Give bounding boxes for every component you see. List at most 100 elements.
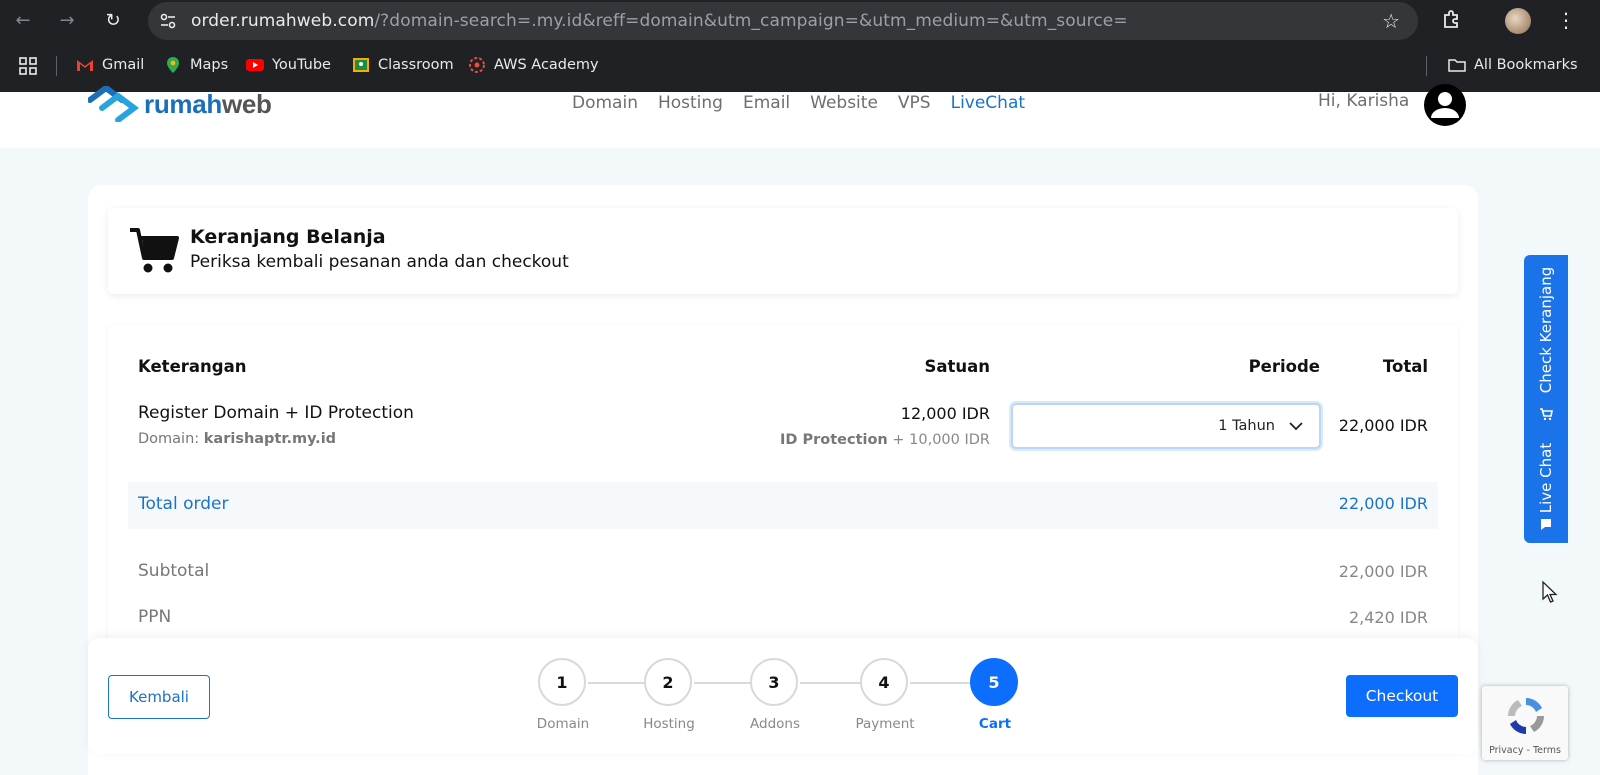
user-greeting[interactable]: Hi, Karisha xyxy=(1318,91,1409,111)
item-addon-price: ID Protection + 10,000 IDR xyxy=(779,432,990,448)
youtube-icon xyxy=(246,59,264,71)
step-connector xyxy=(910,682,970,684)
all-bookmarks-label: All Bookmarks xyxy=(1474,57,1578,73)
step-label: Hosting xyxy=(643,716,695,732)
classroom-icon xyxy=(353,58,369,72)
all-bookmarks[interactable]: All Bookmarks xyxy=(1448,56,1578,74)
checkout-button[interactable]: Checkout xyxy=(1346,675,1458,717)
total-order-label: Total order xyxy=(138,494,229,514)
bookmarks-separator xyxy=(1426,56,1427,76)
back-button[interactable]: Kembali xyxy=(108,675,210,719)
bookmarks-separator xyxy=(56,56,57,76)
ppn-value: 2,420 IDR xyxy=(1348,608,1428,627)
period-selected-value: 1 Tahun xyxy=(1218,418,1275,434)
extensions-puzzle-icon[interactable] xyxy=(1440,8,1464,32)
logo-mark-icon xyxy=(88,86,139,122)
step-connector xyxy=(694,682,750,684)
step-hosting[interactable]: 2 Hosting xyxy=(643,658,695,732)
step-number: 5 xyxy=(970,658,1018,706)
live-chat-tab[interactable]: Live Chat xyxy=(1524,425,1568,543)
site-info-icon[interactable] xyxy=(158,11,178,31)
apps-grid-icon[interactable] xyxy=(18,56,38,76)
ppn-label: PPN xyxy=(138,607,172,627)
period-select[interactable]: 1 Tahun xyxy=(1011,403,1321,449)
nav-livechat[interactable]: LiveChat xyxy=(951,93,1025,113)
bookmark-youtube[interactable]: YouTube xyxy=(246,56,331,74)
main-nav: Domain Hosting Email Website VPS LiveCha… xyxy=(572,93,1025,113)
bookmark-label: AWS Academy xyxy=(494,57,599,73)
gmail-icon xyxy=(77,60,93,71)
item-total: 22,000 IDR xyxy=(1338,416,1428,435)
address-bar[interactable]: order.rumahweb.com/?domain-search=.my.id… xyxy=(148,2,1418,40)
bookmark-star-icon[interactable]: ☆ xyxy=(1382,9,1400,33)
forward-arrow-icon[interactable]: → xyxy=(54,8,80,34)
bookmark-label: YouTube xyxy=(272,57,331,73)
step-payment[interactable]: 4 Payment xyxy=(855,658,915,732)
url-text: order.rumahweb.com/?domain-search=.my.id… xyxy=(191,11,1128,31)
chevron-down-icon xyxy=(1289,422,1303,431)
step-number: 2 xyxy=(644,658,692,706)
bookmark-classroom[interactable]: Classroom xyxy=(352,56,454,74)
item-domain: Domain: karishaptr.my.id xyxy=(138,431,337,447)
step-domain[interactable]: 1 Domain xyxy=(537,658,589,732)
mouse-cursor-icon xyxy=(1542,580,1558,603)
item-unit-price: 12,000 IDR xyxy=(900,404,990,423)
total-order-row: Total order 22,000 IDR xyxy=(128,482,1438,529)
reload-icon[interactable]: ↻ xyxy=(100,8,126,34)
bookmark-aws-academy[interactable]: AWS Academy xyxy=(468,56,599,74)
column-header-period: Periode xyxy=(1248,357,1320,376)
column-header-unit: Satuan xyxy=(924,357,990,376)
subtotal-label: Subtotal xyxy=(138,561,210,581)
step-connector xyxy=(800,682,860,684)
step-label: Addons xyxy=(750,716,800,732)
checkout-footer: Kembali 1 Domain 2 Hosting 3 Addons 4 Pa… xyxy=(88,638,1478,754)
side-tab: Check Keranjang Live Chat xyxy=(1524,255,1568,543)
nav-hosting[interactable]: Hosting xyxy=(658,93,723,113)
cart-title: Keranjang Belanja xyxy=(190,226,386,248)
check-cart-label: Check Keranjang xyxy=(1537,266,1555,394)
site-header: rumahweb Domain Hosting Email Website VP… xyxy=(0,84,1600,148)
cart-title-card: Keranjang Belanja Periksa kembali pesana… xyxy=(108,208,1458,294)
bookmark-label: Gmail xyxy=(102,57,145,73)
bookmark-label: Classroom xyxy=(378,57,454,73)
bookmark-label: Maps xyxy=(190,57,229,73)
profile-avatar[interactable] xyxy=(1505,8,1531,34)
logo-text: rumahweb xyxy=(144,88,272,119)
check-cart-tab[interactable]: Check Keranjang xyxy=(1524,255,1568,421)
step-addons[interactable]: 3 Addons xyxy=(750,658,800,732)
bookmark-gmail[interactable]: Gmail xyxy=(76,56,144,74)
step-number: 1 xyxy=(538,658,586,706)
column-header-total: Total xyxy=(1382,357,1428,376)
step-label: Domain xyxy=(536,716,590,732)
nav-website[interactable]: Website xyxy=(810,93,878,113)
shopping-cart-icon xyxy=(130,228,179,273)
step-number: 3 xyxy=(750,658,798,706)
nav-vps[interactable]: VPS xyxy=(898,93,931,113)
order-table: Keterangan Satuan Periode Total Register… xyxy=(108,325,1458,685)
step-number: 4 xyxy=(860,658,908,706)
cart-icon xyxy=(1540,408,1553,421)
nav-domain[interactable]: Domain xyxy=(572,93,638,113)
browser-chrome: ← → ↻ order.rumahweb.com/?domain-search=… xyxy=(0,0,1600,92)
browser-menu-icon[interactable]: ⋮ xyxy=(1556,8,1576,32)
recaptcha-badge[interactable]: Privacy - Terms xyxy=(1482,686,1568,760)
back-arrow-icon[interactable]: ← xyxy=(10,8,36,34)
column-header-desc: Keterangan xyxy=(138,357,247,376)
cart-subtitle: Periksa kembali pesanan anda dan checkou… xyxy=(190,252,569,272)
rumahweb-logo[interactable]: rumahweb xyxy=(88,86,272,122)
step-cart[interactable]: 5 Cart xyxy=(970,658,1020,732)
chat-icon xyxy=(1541,519,1551,530)
step-label: Payment xyxy=(855,716,915,732)
recaptcha-icon xyxy=(1508,698,1544,734)
live-chat-label: Live Chat xyxy=(1537,442,1555,514)
item-name: Register Domain + ID Protection xyxy=(138,403,414,423)
aws-academy-icon xyxy=(469,57,485,73)
total-order-value: 22,000 IDR xyxy=(1338,494,1428,513)
step-connector xyxy=(588,682,644,684)
user-avatar-icon[interactable] xyxy=(1422,84,1468,126)
recaptcha-links[interactable]: Privacy - Terms xyxy=(1482,745,1568,756)
nav-email[interactable]: Email xyxy=(743,93,790,113)
bookmark-maps[interactable]: Maps xyxy=(164,56,228,74)
bookmarks-bar: Gmail Maps YouTube Classroom AWS Academy… xyxy=(0,48,1600,84)
step-label: Cart xyxy=(978,716,1012,732)
